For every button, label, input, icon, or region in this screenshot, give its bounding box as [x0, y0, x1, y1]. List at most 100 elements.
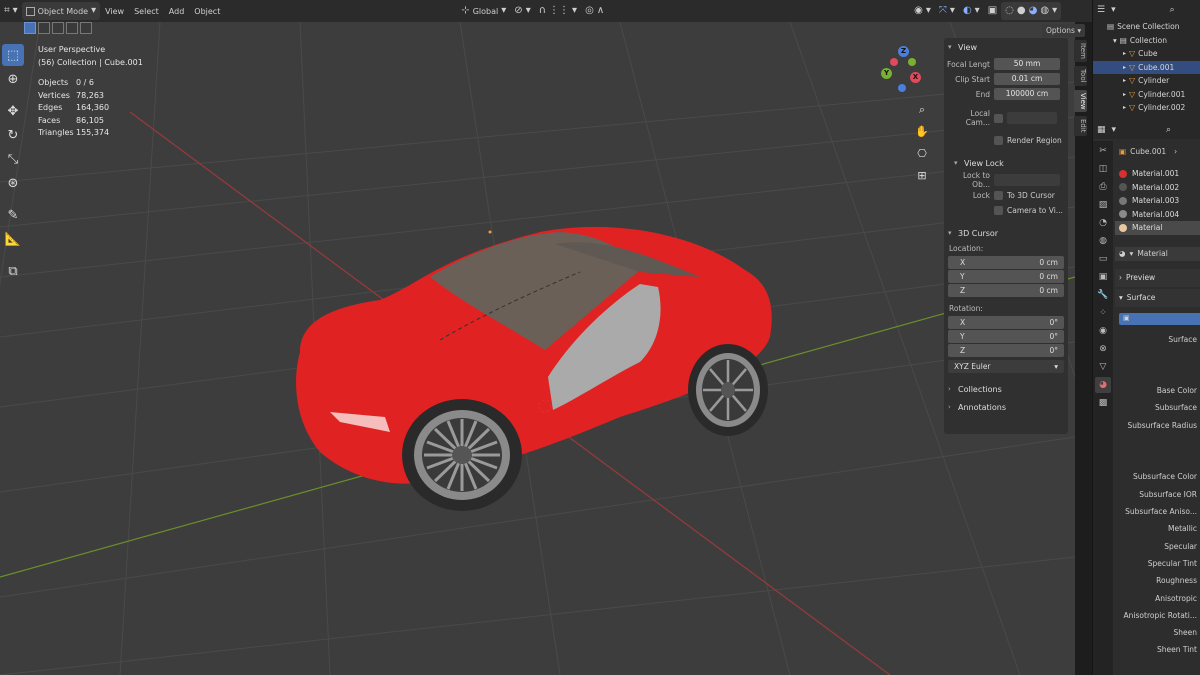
rendered-shading-icon[interactable]: ◍ [1040, 6, 1049, 16]
world-tab-icon[interactable]: ◍ [1095, 233, 1111, 249]
snap-button[interactable]: ∩ ⋮⋮ ▾ [535, 2, 581, 20]
cursor-rotation-z[interactable]: Z 0° [948, 344, 1064, 357]
select-new-icon[interactable] [24, 22, 36, 34]
3d-cursor-section-header[interactable]: ▾ 3D Cursor [944, 224, 1068, 242]
bsdf-sheen[interactable]: Sheen [1115, 624, 1200, 641]
annotate-tool[interactable]: ✎ [2, 204, 24, 226]
physics-tab-icon[interactable]: ◉ [1095, 323, 1111, 339]
xray-toggle-button[interactable]: ▣ [984, 2, 1001, 20]
gizmo-x-axis[interactable]: X [910, 72, 921, 83]
bsdf-specular[interactable]: Specular [1115, 537, 1200, 554]
tab-view[interactable]: View [1074, 89, 1087, 113]
shading-mode-group[interactable]: ◌ ● ◕ ◍ ▾ [1001, 2, 1062, 20]
rotate-tool[interactable]: ↻ [2, 124, 24, 146]
proportional-edit-button[interactable]: ◎ ∧ [581, 2, 608, 20]
measure-tool[interactable]: 📐 [2, 228, 24, 250]
bsdf-subsurface-color[interactable]: Subsurface Color [1115, 468, 1200, 485]
surface-section-header[interactable]: ▾ Surface [1115, 288, 1200, 307]
grid-projection-icon[interactable]: ⊞ [914, 169, 930, 185]
mode-dropdown[interactable]: Object Mode ▾ [21, 2, 101, 20]
editor-type-button[interactable]: ⌗ ▾ [0, 2, 22, 20]
select-subtract-icon[interactable] [52, 22, 64, 34]
data-tab-icon[interactable]: ▽ [1095, 359, 1111, 375]
car-model[interactable] [296, 226, 772, 511]
lock-object-field[interactable] [994, 174, 1060, 186]
cursor-location-z[interactable]: Z 0 cm [948, 284, 1064, 297]
bsdf-roughness[interactable]: Roughness [1115, 572, 1200, 589]
clip-start-field[interactable]: 0.01 cm [994, 73, 1060, 85]
material-slot[interactable]: Material [1115, 221, 1200, 235]
outliner-item[interactable]: ▸ ▽ Cube.001 [1093, 60, 1200, 74]
cursor-location-y[interactable]: Y 0 cm [948, 270, 1064, 283]
hand-pan-icon[interactable]: ✋ [914, 125, 930, 141]
scale-tool[interactable]: ⤡ [2, 148, 24, 170]
bsdf-subsurface[interactable]: Subsurface [1115, 399, 1200, 416]
filter-icon[interactable]: ⌕ [1170, 5, 1175, 15]
cursor-tool[interactable]: ⊕ [2, 68, 24, 90]
collections-section-header[interactable]: › Collections [944, 380, 1068, 398]
bsdf-subsurface-radius[interactable]: Subsurface Radius [1115, 416, 1200, 433]
navigation-gizmo[interactable]: Z X Y [876, 44, 932, 100]
menu-view[interactable]: View [100, 7, 129, 16]
move-tool[interactable]: ✥ [2, 100, 24, 122]
outliner-collection[interactable]: ▾ ▤ Collection [1093, 34, 1200, 48]
tab-tool[interactable]: Tool [1074, 65, 1087, 86]
outliner-item[interactable]: ▸ ▽ Cylinder.002 [1093, 101, 1200, 115]
camera-icon[interactable]: ⎔ [914, 147, 930, 163]
cursor-rotation-y[interactable]: Y 0° [948, 330, 1064, 343]
tab-item[interactable]: Item [1074, 40, 1087, 62]
cursor-location-x[interactable]: X 0 cm [948, 256, 1064, 269]
bsdf-base-color[interactable]: Base Color [1115, 382, 1200, 399]
bsdf-subsurface-anisotropy[interactable]: Subsurface Aniso... [1115, 503, 1200, 520]
local-camera-field[interactable] [1007, 112, 1057, 124]
tool-tab-icon[interactable]: ✂ [1095, 143, 1111, 159]
modifier-tab-icon[interactable]: 🔧 [1095, 287, 1111, 303]
camera-to-view-checkbox[interactable] [994, 205, 1003, 215]
bsdf-anisotropic[interactable]: Anisotropic [1115, 589, 1200, 606]
outliner-scene-collection[interactable]: ▤ Scene Collection [1093, 20, 1200, 34]
select-box-tool[interactable]: ⬚ [2, 44, 24, 66]
render-tab-icon[interactable]: ◫ [1095, 161, 1111, 177]
to-3d-cursor-checkbox[interactable] [994, 190, 1003, 200]
select-invert-icon[interactable] [66, 22, 78, 34]
view-layer-tab-icon[interactable]: ▨ [1095, 197, 1111, 213]
zoom-icon[interactable]: ⌕ [914, 103, 930, 119]
outliner-editor-icon[interactable]: ☰ [1097, 5, 1105, 15]
search-icon[interactable]: ⌕ [1166, 125, 1171, 135]
output-tab-icon[interactable]: ⎙ [1095, 179, 1111, 195]
options-dropdown[interactable]: Options ▾ [1042, 24, 1086, 37]
annotations-section-header[interactable]: › Annotations [944, 398, 1068, 416]
select-intersect-icon[interactable] [80, 22, 92, 34]
rotation-mode-dropdown[interactable]: XYZ Euler ▾ [948, 360, 1064, 373]
orientation-dropdown[interactable]: ⊹ Global ▾ [457, 2, 510, 20]
gizmo-y-axis[interactable]: Y [881, 68, 892, 79]
menu-object[interactable]: Object [189, 7, 225, 16]
surface-shader-field[interactable]: Surface [1115, 331, 1200, 348]
transform-tool[interactable]: ⊛ [2, 172, 24, 194]
particles-tab-icon[interactable]: ⁘ [1095, 305, 1111, 321]
texture-tab-icon[interactable]: ▩ [1095, 395, 1111, 411]
bsdf-subsurface-ior[interactable]: Subsurface IOR [1115, 486, 1200, 503]
material-slot[interactable]: Material.001 [1115, 167, 1200, 181]
material-slot[interactable]: Material.002 [1115, 181, 1200, 195]
constraints-tab-icon[interactable]: ⊗ [1095, 341, 1111, 357]
use-nodes-button[interactable]: ▣ [1119, 312, 1200, 325]
gizmo-neg-y[interactable] [908, 58, 916, 66]
gizmo-z-axis[interactable]: Z [898, 46, 909, 57]
material-tab-icon[interactable]: ◕ [1095, 377, 1111, 393]
visibility-button[interactable]: ◉ ▾ [910, 2, 935, 20]
view-lock-header[interactable]: ▾ View Lock [944, 154, 1068, 172]
material-slot[interactable]: Material.004 [1115, 208, 1200, 222]
bsdf-radius-g[interactable] [1115, 434, 1200, 451]
material-selector[interactable]: ◕ ▾ Material [1115, 246, 1200, 261]
bsdf-radius-b[interactable] [1115, 451, 1200, 468]
clip-end-field[interactable]: 100000 cm [994, 88, 1060, 100]
solid-shading-icon[interactable]: ● [1017, 6, 1026, 16]
scene-tab-icon[interactable]: ◔ [1095, 215, 1111, 231]
outliner-item[interactable]: ▸ ▽ Cylinder.001 [1093, 88, 1200, 102]
menu-select[interactable]: Select [129, 7, 164, 16]
properties-editor-icon[interactable]: ▦ [1097, 125, 1106, 135]
material-shading-icon[interactable]: ◕ [1029, 6, 1038, 16]
cursor-rotation-x[interactable]: X 0° [948, 316, 1064, 329]
gizmo-toggle-button[interactable]: ⤧ ▾ [935, 2, 959, 20]
